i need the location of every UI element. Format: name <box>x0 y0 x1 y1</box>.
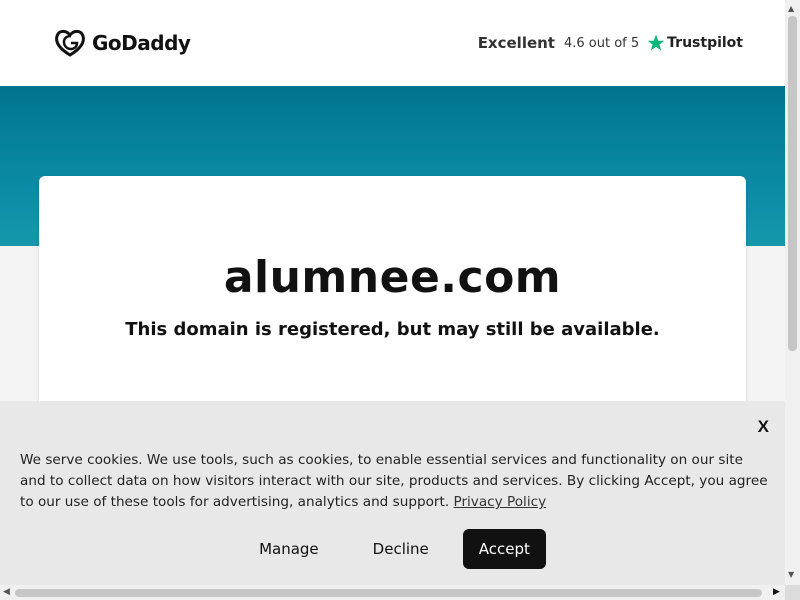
vertical-scrollbar[interactable]: ▲ ▼ <box>785 0 800 585</box>
domain-status-text: This domain is registered, but may still… <box>125 319 660 340</box>
trustpilot-star-icon <box>647 34 665 51</box>
scroll-left-arrow-icon[interactable]: ◀ <box>3 587 10 597</box>
trustpilot-rating[interactable]: Excellent 4.6 out of 5 Trustpilot <box>478 34 743 52</box>
trustpilot-label: Trustpilot <box>667 35 743 51</box>
rating-label: Excellent <box>477 34 555 52</box>
domain-name: alumnee.com <box>223 252 562 303</box>
privacy-policy-link[interactable]: Privacy Policy <box>453 494 546 510</box>
decline-button[interactable]: Decline <box>353 530 449 568</box>
page-viewport: GoDaddy Excellent 4.6 out of 5 Trustpilo… <box>0 0 785 585</box>
scroll-down-arrow-icon[interactable]: ▼ <box>788 570 794 579</box>
horizontal-scroll-thumb[interactable] <box>15 589 762 597</box>
vertical-scroll-thumb[interactable] <box>788 16 797 351</box>
scrollbar-corner <box>785 585 800 600</box>
horizontal-scrollbar[interactable]: ◀ ▶ <box>0 585 785 600</box>
trustpilot-logo: Trustpilot <box>647 34 743 52</box>
close-button[interactable]: X <box>758 417 769 437</box>
logo-text: GoDaddy <box>92 31 191 55</box>
rating-score: 4.6 out of 5 <box>563 35 640 51</box>
cookie-actions: Manage Decline Accept <box>0 529 785 569</box>
cookie-message: We serve cookies. We use tools, such as … <box>20 452 768 510</box>
manage-button[interactable]: Manage <box>239 530 339 568</box>
godaddy-logo[interactable]: GoDaddy <box>54 29 191 57</box>
site-header: GoDaddy Excellent 4.6 out of 5 Trustpilo… <box>0 0 785 86</box>
scroll-right-arrow-icon[interactable]: ▶ <box>773 587 780 597</box>
cookie-banner: X We serve cookies. We use tools, such a… <box>0 401 785 585</box>
scroll-up-arrow-icon[interactable]: ▲ <box>788 4 794 13</box>
godaddy-logo-icon <box>55 29 85 57</box>
accept-button[interactable]: Accept <box>462 529 546 569</box>
cookie-text-block: We serve cookies. We use tools, such as … <box>20 450 768 513</box>
